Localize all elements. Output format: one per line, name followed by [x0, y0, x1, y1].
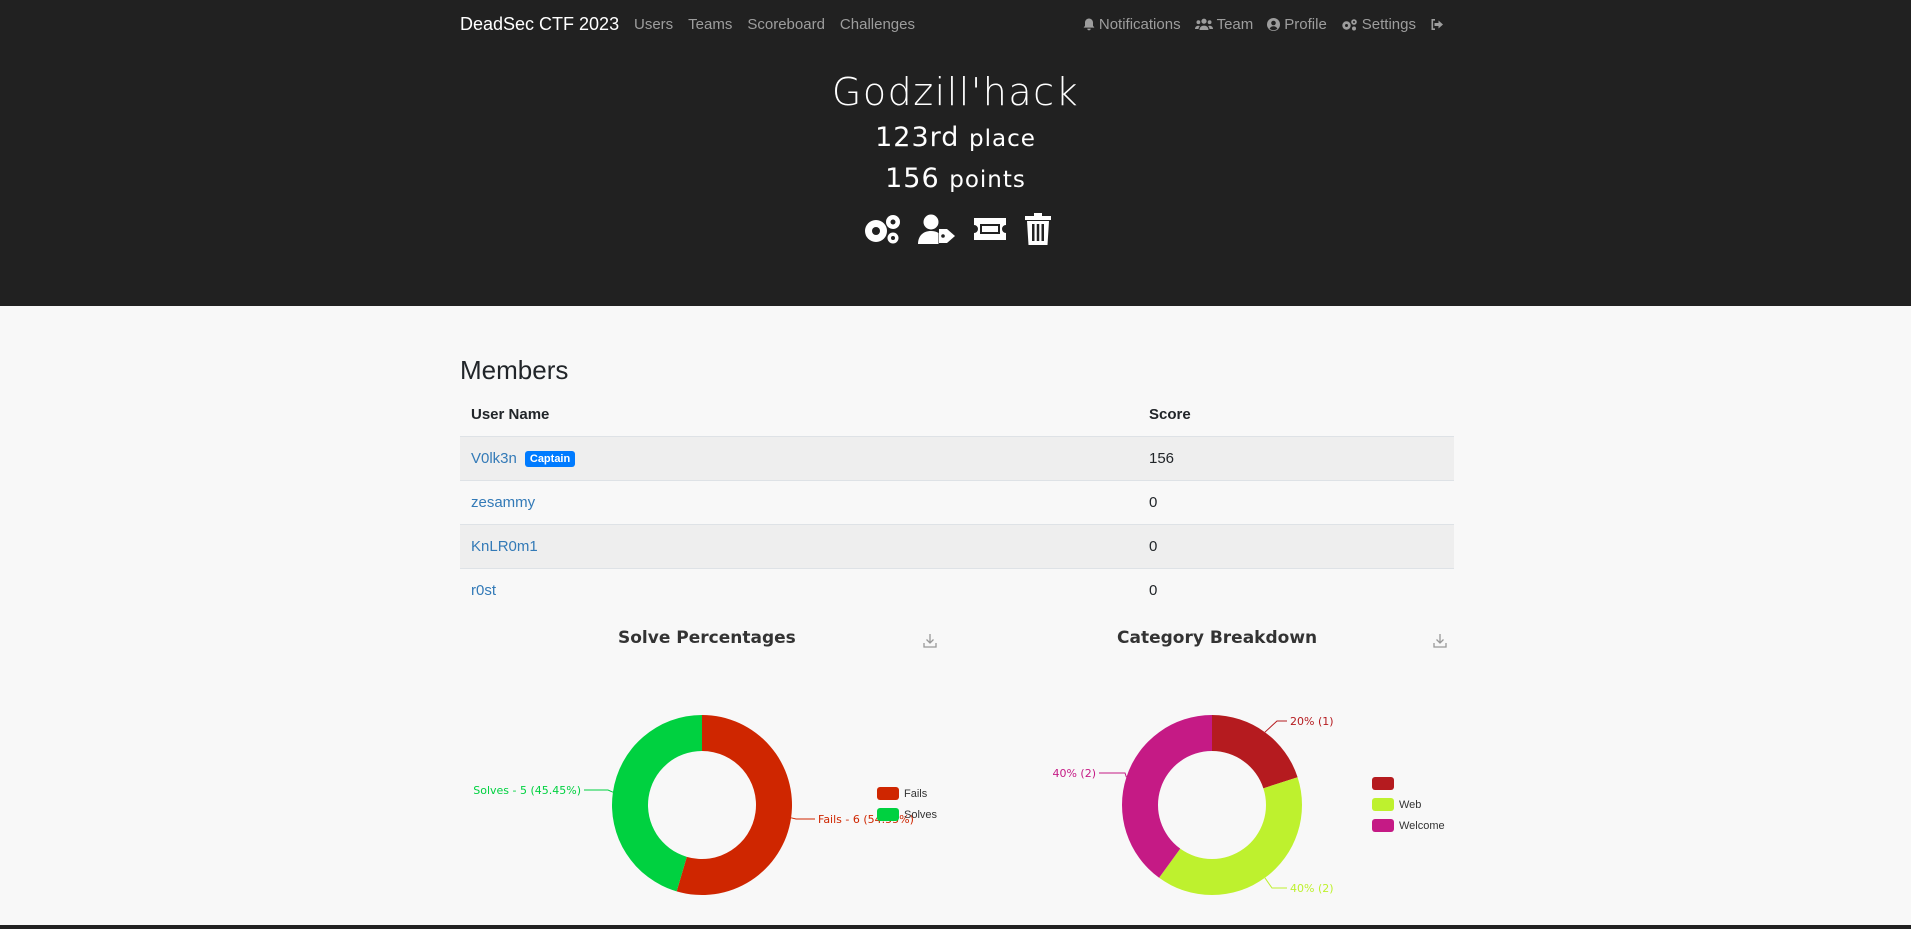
member-score: 0 [1138, 568, 1454, 612]
nav-users[interactable]: Users [634, 16, 673, 33]
trash-icon[interactable] [1024, 213, 1052, 245]
table-row: zesammy 0 [460, 480, 1454, 525]
slice-label: Solves - 5 (45.45%) [473, 784, 581, 797]
col-score: Score [1138, 392, 1454, 437]
member-score: 156 [1138, 436, 1454, 481]
team-points: 156 points [0, 163, 1911, 194]
slice-label: 20% (1) [1290, 715, 1334, 728]
legend-label: Solves [904, 808, 938, 821]
navbar [0, 0, 1911, 50]
sign-out-icon [1431, 19, 1443, 30]
members-title: Members [460, 355, 569, 385]
legend-swatch [877, 787, 899, 800]
table-row: V0lk3n Captain 156 [460, 436, 1454, 481]
pie-slice[interactable] [1212, 715, 1298, 789]
member-cell: zesammy [460, 480, 1138, 525]
nav-left: Users Teams Scoreboard Challenges [634, 16, 915, 33]
legend-item: Solves [877, 808, 937, 821]
place-number: 123rd [875, 122, 960, 153]
place-word: place [969, 126, 1036, 152]
legend-item: Welcome [1372, 819, 1445, 832]
solve-percentages-chart: Fails - 6 (54.55%)Solves - 5 (45.45%) [473, 715, 914, 895]
nav-settings-label: Settings [1361, 16, 1416, 33]
member-score: 0 [1138, 480, 1454, 525]
nav-settings[interactable]: Settings [1341, 16, 1416, 33]
legend-item: Fails [877, 787, 927, 800]
pie-slice[interactable] [1122, 715, 1212, 878]
nav-challenges[interactable]: Challenges [840, 16, 915, 33]
legend-swatch [1372, 777, 1394, 790]
nav-right: Notifications Team Profile Settings [1083, 16, 1444, 33]
nav-logout[interactable] [1430, 18, 1444, 31]
category-chart-title: Category Breakdown [1117, 628, 1318, 648]
ticket-icon[interactable] [972, 216, 1008, 242]
legend-label: Fails [904, 787, 928, 800]
col-user-name: User Name [460, 392, 1138, 437]
label-line [584, 789, 614, 793]
member-score: 0 [1138, 524, 1454, 569]
members-table: User Name Score V0lk3n Captain 156 zesamm… [460, 392, 1454, 612]
member-link[interactable]: r0st [471, 582, 496, 599]
legend-swatch [1372, 819, 1394, 832]
label-line [1099, 772, 1127, 778]
pie-slice[interactable] [1159, 777, 1302, 895]
nav-teams[interactable]: Teams [688, 16, 732, 33]
cogs-icon [1342, 19, 1357, 31]
users-icon [1194, 18, 1213, 30]
user-circle-icon [1267, 18, 1281, 31]
solve-chart-title: Solve Percentages [618, 628, 796, 648]
label-line [1264, 720, 1287, 733]
table-row: KnLR0m1 0 [460, 524, 1454, 569]
team-name: Godzill'hack [831, 70, 1080, 114]
nav-scoreboard[interactable]: Scoreboard [747, 16, 825, 33]
nav-notifications[interactable]: Notifications [1083, 16, 1181, 33]
member-cell: r0st [460, 568, 1138, 612]
member-link[interactable]: KnLR0m1 [471, 538, 538, 555]
nav-profile[interactable]: Profile [1267, 16, 1327, 33]
captain-badge: Captain [524, 451, 576, 467]
legend-swatch [1372, 798, 1394, 811]
nav-team[interactable]: Team [1194, 16, 1254, 33]
member-cell: KnLR0m1 [460, 524, 1138, 569]
user-tag-icon[interactable] [918, 214, 956, 244]
download-icon[interactable] [1432, 633, 1448, 649]
team-place: 123rd place [0, 122, 1911, 153]
slice-label: 40% (2) [1052, 767, 1096, 780]
bottom-bar [0, 925, 1911, 929]
member-link[interactable]: V0lk3n [471, 450, 517, 467]
legend-item: Web [1372, 798, 1421, 811]
cogs-icon[interactable] [864, 214, 902, 244]
legend-label: Welcome [1399, 819, 1445, 832]
bell-icon [1083, 18, 1095, 31]
slice-label: 40% (2) [1290, 882, 1334, 895]
legend-label: Web [1399, 798, 1422, 811]
table-row: r0st 0 [460, 568, 1454, 612]
member-cell: V0lk3n Captain [460, 436, 1138, 481]
points-number: 156 [885, 163, 940, 194]
legend-swatch [877, 808, 899, 821]
nav-profile-label: Profile [1284, 16, 1327, 33]
nav-notifications-label: Notifications [1098, 16, 1181, 33]
team-header: Godzill'hack 123rd place 156 points [0, 50, 1911, 306]
team-actions [864, 213, 1052, 245]
nav-team-label: Team [1216, 16, 1254, 33]
points-word: points [949, 167, 1026, 193]
member-link[interactable]: zesammy [471, 494, 535, 511]
label-line [1264, 877, 1287, 889]
legend-item [1372, 777, 1399, 790]
download-icon[interactable] [922, 633, 938, 649]
label-line [790, 817, 815, 820]
brand-link[interactable]: DeadSec CTF 2023 [460, 14, 619, 35]
